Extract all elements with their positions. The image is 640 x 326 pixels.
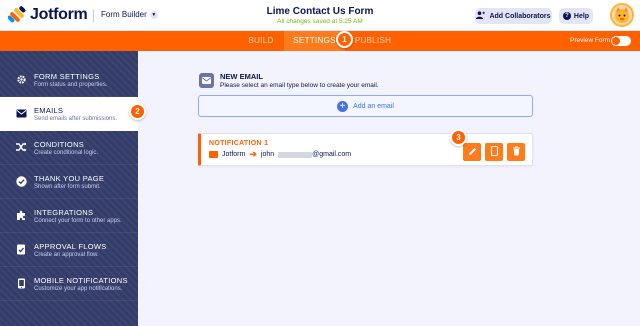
sidebar-item-title: EMAILS (34, 106, 64, 115)
help-button[interactable]: ? Help (559, 8, 593, 24)
step-badge-1: 1 (336, 31, 353, 48)
notification-to-suffix: @gmail.com (312, 151, 352, 158)
sidebar-item-title: THANK YOU PAGE (34, 174, 105, 183)
settings-sidebar: FORM SETTINGS Form status and properties… (0, 51, 138, 326)
sidebar-item-conditions[interactable]: CONDITIONS Create conditional logic. (0, 131, 138, 165)
step-badge-3: 3 (450, 129, 467, 146)
sidebar-item-desc: Send emails after submissions. (34, 116, 118, 122)
sidebar-item-title: MOBILE NOTIFICATIONS (34, 276, 128, 285)
sidebar-item-title: FORM SETTINGS (34, 72, 100, 81)
puzzle-icon (15, 209, 27, 221)
notification-card[interactable]: NOTIFICATION 1 Jotform ➔ john @gmail.com (198, 133, 533, 166)
envelope-icon (209, 151, 218, 158)
delete-button[interactable] (507, 143, 525, 161)
emails-panel: NEW EMAIL Please select an email type be… (138, 51, 640, 326)
notification-from: Jotform (222, 151, 246, 158)
sidebar-item-emails[interactable]: EMAILS Send emails after submissions. (0, 97, 138, 131)
sidebar-item-desc: Shown after form submit. (34, 184, 101, 190)
preview-form-toggle[interactable] (611, 36, 631, 46)
question-icon: ? (562, 12, 571, 20)
preview-form-label: Preview Form (570, 37, 611, 44)
shuffle-icon (15, 141, 27, 153)
sidebar-item-mobile-notifications[interactable]: MOBILE NOTIFICATIONS Customize your app … (0, 267, 138, 301)
sidebar-item-form-settings[interactable]: FORM SETTINGS Form status and properties… (0, 63, 138, 97)
test-email-button[interactable] (485, 143, 503, 161)
sidebar-item-desc: Create conditional logic. (34, 150, 99, 156)
sidebar-item-thank-you-page[interactable]: THANK YOU PAGE Shown after form submit. (0, 165, 138, 199)
notification-route: Jotform ➔ john @gmail.com (209, 149, 352, 159)
mobile-icon (15, 277, 27, 289)
arrow-right-icon: ➔ (249, 149, 257, 159)
sidebar-item-desc: Customize your app notifications. (34, 286, 123, 292)
sidebar-item-desc: Create an approval flow. (34, 252, 99, 258)
sidebar-item-title: APPROVAL FLOWS (34, 242, 107, 251)
sidebar-item-title: INTEGRATIONS (34, 208, 94, 217)
edit-button[interactable] (463, 143, 481, 161)
tab-publish[interactable]: PUBLISH (350, 31, 396, 51)
add-user-icon (476, 11, 486, 21)
sidebar-item-desc: Connect your form to other apps. (34, 218, 122, 224)
sidebar-item-approval-flows[interactable]: APPROVAL FLOWS Create an approval flow. (0, 233, 138, 267)
pencil-icon (468, 143, 477, 161)
sidebar-item-integrations[interactable]: INTEGRATIONS Connect your form to other … (0, 199, 138, 233)
toggle-knob (612, 37, 620, 45)
check-circle-icon (15, 175, 27, 187)
builder-navbar: BUILD SETTINGS PUBLISH Preview Form (0, 31, 640, 51)
envelope-icon (199, 73, 214, 88)
help-label: Help (573, 12, 590, 20)
trash-icon (512, 143, 521, 161)
redacted-text (278, 151, 313, 158)
add-email-button[interactable]: + Add an email (198, 95, 533, 117)
notification-title: NOTIFICATION 1 (209, 140, 269, 147)
new-email-description: Please select an email type below to cre… (220, 82, 379, 89)
envelope-icon (15, 107, 27, 119)
add-collaborators-label: Add Collaborators (489, 12, 551, 20)
sidebar-item-desc: Form status and properties. (34, 82, 108, 88)
approval-icon (15, 243, 27, 255)
new-email-title: NEW EMAIL (220, 72, 263, 81)
user-avatar[interactable] (610, 3, 634, 27)
notification-to-prefix: john (260, 151, 275, 158)
tab-build[interactable]: BUILD (238, 31, 284, 51)
top-header: Jotform Form Builder ▼ Lime Contact Us F… (0, 0, 640, 31)
plus-icon: + (337, 100, 349, 112)
add-email-label: Add an email (353, 102, 394, 110)
gear-icon (15, 73, 27, 85)
add-collaborators-button[interactable]: Add Collaborators (475, 8, 552, 24)
mobile-preview-icon (490, 143, 499, 161)
step-badge-2: 2 (129, 103, 146, 120)
sidebar-item-title: CONDITIONS (34, 140, 85, 149)
